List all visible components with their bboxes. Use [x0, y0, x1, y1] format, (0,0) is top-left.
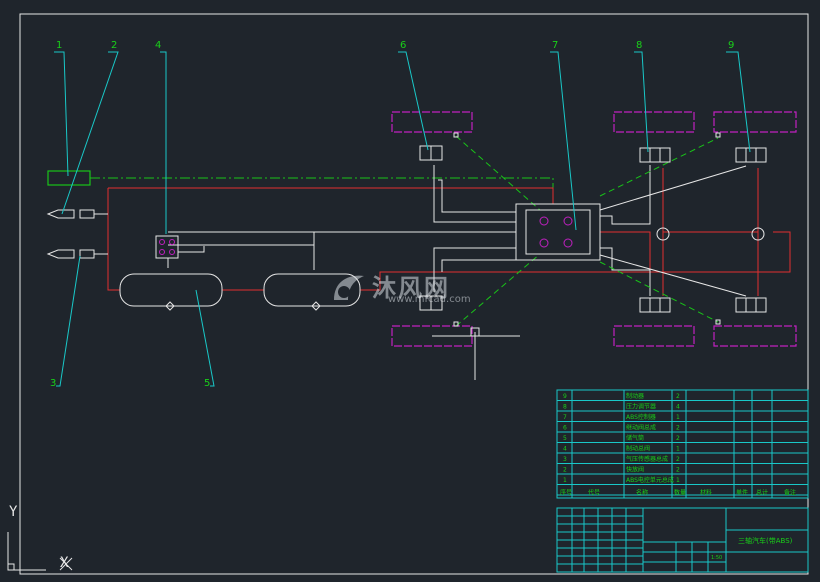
- air-tanks: [119, 273, 361, 311]
- parts-row-name: 快放阀: [626, 466, 644, 474]
- parts-row-name: 储气筒: [626, 434, 644, 442]
- callout-8: 8: [636, 40, 642, 51]
- watermark-logo-icon: [334, 275, 364, 300]
- pressure-sensors: [46, 209, 108, 259]
- parts-header-cell: 序号: [560, 489, 572, 497]
- parts-row-name: 气压传感器总成: [626, 455, 668, 463]
- watermark: 沐风网 www.mfcad.com: [330, 268, 490, 312]
- parts-row-name: 压力调节器: [626, 403, 656, 411]
- parts-row-no: 5: [563, 435, 567, 442]
- wheel-sensors: [453, 132, 721, 327]
- callout-9: 9: [728, 40, 734, 51]
- abs-controller: [515, 203, 601, 261]
- callout-3: 3: [50, 378, 56, 389]
- parts-header-cell: 单件: [736, 489, 748, 497]
- callout-5: 5: [204, 378, 210, 389]
- parts-row-qty: 2: [676, 425, 680, 432]
- parts-row-qty: 1: [676, 446, 680, 453]
- parts-row-no: 9: [563, 393, 567, 400]
- air-line-top: [108, 187, 554, 204]
- air-line-main: [107, 188, 120, 291]
- air-line-right: [600, 231, 791, 273]
- parts-row-qty: 2: [676, 456, 680, 463]
- parts-header-cell: 材料: [700, 489, 712, 497]
- watermark-sub-text: www.mfcad.com: [388, 294, 471, 305]
- parts-row-no: 1: [563, 477, 567, 484]
- parts-row-no: 3: [563, 456, 567, 463]
- parts-row-qty: 4: [676, 404, 680, 411]
- callout-6: 6: [400, 40, 406, 51]
- callout-7: 7: [552, 40, 558, 51]
- parts-row-no: 8: [563, 404, 567, 411]
- parts-row-qty: 2: [676, 435, 680, 442]
- parts-row-qty: 2: [676, 393, 680, 400]
- parts-row-name: 制动总阀: [626, 445, 650, 453]
- parts-row-qty: 1: [676, 477, 680, 484]
- parts-row-no: 2: [563, 467, 567, 474]
- parts-header-cell: 总计: [756, 489, 768, 497]
- callout-numbers: 1 2 4 6 7 8 9 3 5: [50, 40, 734, 389]
- parts-row-qty: 2: [676, 467, 680, 474]
- leader-lines: [54, 51, 751, 387]
- parts-row-name: ABS电控单元总成: [626, 476, 674, 484]
- drawing-scale: 1:50: [711, 555, 722, 561]
- callout-1: 1: [56, 40, 62, 51]
- parts-row-no: 4: [563, 446, 567, 453]
- sensor-signal-lines: [455, 135, 719, 327]
- parts-row-name: 继动阀总成: [626, 424, 656, 432]
- ucs-x-label: X: [60, 555, 69, 571]
- parts-row-no: 7: [563, 414, 567, 421]
- parts-list-text: 9 制动器 2 8 压力调节器 4 7 ABS控制器 1 6 继动阀总成 2 5 储气筒 2 4 制动总阀 1 3 气…: [560, 392, 796, 497]
- parts-row-name: 制动器: [626, 392, 644, 400]
- parts-header-cell: 代号: [588, 489, 600, 497]
- parts-row-qty: 1: [676, 414, 680, 421]
- parts-row-no: 6: [563, 425, 567, 432]
- parts-list-table: [556, 389, 809, 499]
- callout-2: 2: [111, 40, 117, 51]
- brake-chambers: [656, 227, 765, 241]
- parts-header-cell: 名称: [636, 489, 648, 497]
- parts-header-cell: 备注: [784, 489, 796, 497]
- drawing-title: 三轴汽车(带ABS): [738, 536, 793, 545]
- ucs-y-label: Y: [9, 504, 18, 520]
- callout-4: 4: [155, 40, 161, 51]
- parts-header-cell: 数量: [674, 489, 686, 497]
- signal-line-main: [90, 177, 554, 196]
- abs-ecu-box: [47, 170, 91, 186]
- parts-row-name: ABS控制器: [626, 413, 656, 421]
- brake-valve: [155, 235, 179, 268]
